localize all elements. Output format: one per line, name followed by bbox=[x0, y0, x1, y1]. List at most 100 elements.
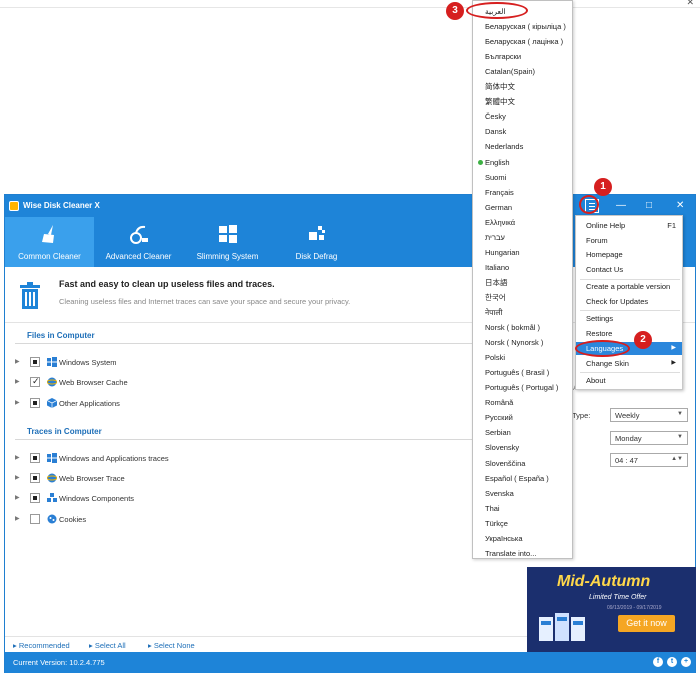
language-item[interactable]: 繁體中文 bbox=[473, 94, 572, 109]
menu-item-online-help[interactable]: Online Help F1 bbox=[576, 219, 682, 232]
recommended-link[interactable]: ▸ Recommended bbox=[13, 641, 70, 650]
checkbox[interactable] bbox=[30, 473, 40, 483]
language-label: Catalan(Spain) bbox=[485, 67, 536, 77]
language-item[interactable]: Français bbox=[473, 185, 572, 200]
language-label: Español ( España ) bbox=[485, 473, 549, 483]
language-item[interactable]: Italiano bbox=[473, 260, 572, 275]
language-item[interactable]: Українська bbox=[473, 531, 572, 546]
checkbox[interactable] bbox=[30, 453, 40, 463]
language-item[interactable]: Hungarian bbox=[473, 245, 572, 260]
language-item[interactable]: German bbox=[473, 200, 572, 215]
language-label: 한국어 bbox=[485, 292, 506, 302]
maximize-button[interactable]: □ bbox=[646, 200, 652, 211]
select-all-link[interactable]: ▸ Select All bbox=[89, 641, 126, 650]
divider bbox=[15, 439, 520, 440]
language-label: German bbox=[485, 202, 513, 212]
checkbox[interactable] bbox=[30, 398, 40, 408]
language-item[interactable]: 简体中文 bbox=[473, 79, 572, 94]
language-item[interactable]: Norsk ( bokmål ) bbox=[473, 320, 572, 335]
language-item[interactable]: English bbox=[473, 155, 572, 170]
language-label: Беларуская ( кірыліца ) bbox=[485, 22, 566, 32]
language-item[interactable]: עברית bbox=[473, 230, 572, 245]
menu-item-portable-version[interactable]: Create a portable version bbox=[576, 280, 682, 293]
spinner-icon[interactable]: ▲▼ bbox=[671, 456, 683, 462]
language-item[interactable]: 한국어 bbox=[473, 290, 572, 305]
item-label: Other Applications bbox=[59, 399, 120, 408]
checkbox[interactable] bbox=[30, 493, 40, 503]
language-item[interactable]: Dansk bbox=[473, 124, 572, 139]
language-item[interactable]: Türkçe bbox=[473, 516, 572, 531]
language-item[interactable]: Português ( Portugal ) bbox=[473, 380, 572, 395]
get-it-now-button[interactable]: Get it now bbox=[618, 615, 675, 632]
language-item[interactable]: Español ( España ) bbox=[473, 471, 572, 486]
schedule-type-select[interactable]: Weekly ▼ bbox=[610, 408, 688, 422]
language-item[interactable]: Русский bbox=[473, 410, 572, 425]
language-item[interactable]: Беларуская ( лацінка ) bbox=[473, 34, 572, 49]
menu-item-homepage[interactable]: Homepage bbox=[576, 248, 682, 261]
menu-item-check-updates[interactable]: Check for Updates bbox=[576, 295, 682, 308]
language-item[interactable]: Thai bbox=[473, 501, 572, 516]
menu-item-settings[interactable]: Settings bbox=[576, 312, 682, 325]
main-menu-dropdown: Online Help F1 Forum Homepage Contact Us … bbox=[575, 215, 683, 390]
language-label: Polski bbox=[485, 353, 506, 363]
close-icon[interactable]: ✕ bbox=[686, 0, 694, 8]
language-item[interactable]: नेपाली bbox=[473, 305, 572, 320]
language-item[interactable]: Română bbox=[473, 395, 572, 410]
tab-slimming-system[interactable]: Slimming System bbox=[183, 217, 272, 267]
language-item[interactable]: Polski bbox=[473, 350, 572, 365]
language-item[interactable]: Português ( Brasil ) bbox=[473, 365, 572, 380]
expand-icon[interactable]: ▶ bbox=[15, 515, 20, 522]
language-item[interactable]: Ελληνικά bbox=[473, 215, 572, 230]
expand-icon[interactable]: ▶ bbox=[15, 474, 20, 481]
expand-icon[interactable]: ▶ bbox=[15, 454, 20, 461]
schedule-type-label: Type: bbox=[572, 411, 591, 420]
promo-banner[interactable]: Mid-Autumn Limited Time Offer 09/13/2019… bbox=[527, 567, 696, 652]
menu-item-change-skin[interactable]: Change Skin ▶ bbox=[576, 357, 682, 370]
language-item[interactable]: Slovenščina bbox=[473, 456, 572, 471]
tab-common-cleaner[interactable]: Common Cleaner bbox=[5, 217, 94, 267]
language-item[interactable]: Беларуская ( кірыліца ) bbox=[473, 19, 572, 34]
language-label: Suomi bbox=[485, 172, 507, 182]
expand-icon[interactable]: ▶ bbox=[15, 378, 20, 385]
expand-icon[interactable]: ▶ bbox=[15, 494, 20, 501]
language-label: Serbian bbox=[485, 428, 511, 438]
expand-icon[interactable]: ▶ bbox=[15, 358, 20, 365]
menu-item-restore[interactable]: Restore bbox=[576, 327, 682, 340]
facebook-icon[interactable]: f bbox=[653, 657, 663, 667]
twitter-icon[interactable]: t bbox=[667, 657, 677, 667]
language-item[interactable]: 日本語 bbox=[473, 275, 572, 290]
language-item[interactable]: Suomi bbox=[473, 170, 572, 185]
expand-icon[interactable]: ▶ bbox=[15, 399, 20, 406]
tab-advanced-cleaner[interactable]: Advanced Cleaner bbox=[94, 217, 183, 267]
status-bar: Current Version: 10.2.4.775 f t + bbox=[5, 652, 695, 673]
language-item[interactable]: Slovensky bbox=[473, 440, 572, 455]
share-icon[interactable]: + bbox=[681, 657, 691, 667]
components-icon bbox=[47, 493, 57, 502]
checkbox[interactable] bbox=[30, 357, 40, 367]
checkbox[interactable] bbox=[30, 514, 40, 524]
language-item[interactable]: Translate into... bbox=[473, 546, 572, 561]
cookies-icon bbox=[47, 514, 57, 524]
chevron-down-icon: ▼ bbox=[677, 411, 683, 417]
language-label: Norsk ( Nynorsk ) bbox=[485, 338, 544, 348]
language-item[interactable]: Česky bbox=[473, 109, 572, 124]
language-label: Română bbox=[485, 398, 514, 408]
languages-submenu: العربية Беларуская ( кірыліца ) Беларуская… bbox=[472, 0, 573, 559]
language-item[interactable]: Nederlands bbox=[473, 139, 572, 154]
checkbox[interactable] bbox=[30, 376, 40, 387]
menu-item-about[interactable]: About bbox=[576, 374, 682, 387]
language-item[interactable]: Catalan(Spain) bbox=[473, 64, 572, 79]
select-none-link[interactable]: ▸ Select None bbox=[148, 641, 195, 650]
menu-item-contact-us[interactable]: Contact Us bbox=[576, 263, 682, 276]
minimize-button[interactable]: — bbox=[616, 200, 626, 211]
language-item[interactable]: Svenska bbox=[473, 486, 572, 501]
menu-item-forum[interactable]: Forum bbox=[576, 234, 682, 247]
close-button[interactable]: ✕ bbox=[676, 200, 684, 211]
language-item[interactable]: Norsk ( Nynorsk ) bbox=[473, 335, 572, 350]
language-item[interactable]: Serbian bbox=[473, 425, 572, 440]
tab-disk-defrag[interactable]: Disk Defrag bbox=[272, 217, 361, 267]
schedule-day-select[interactable]: Monday ▼ bbox=[610, 431, 688, 445]
schedule-time-input[interactable]: 04 : 47 ▲▼ bbox=[610, 453, 688, 467]
language-item[interactable]: Български bbox=[473, 49, 572, 64]
language-label: עברית bbox=[485, 232, 505, 242]
